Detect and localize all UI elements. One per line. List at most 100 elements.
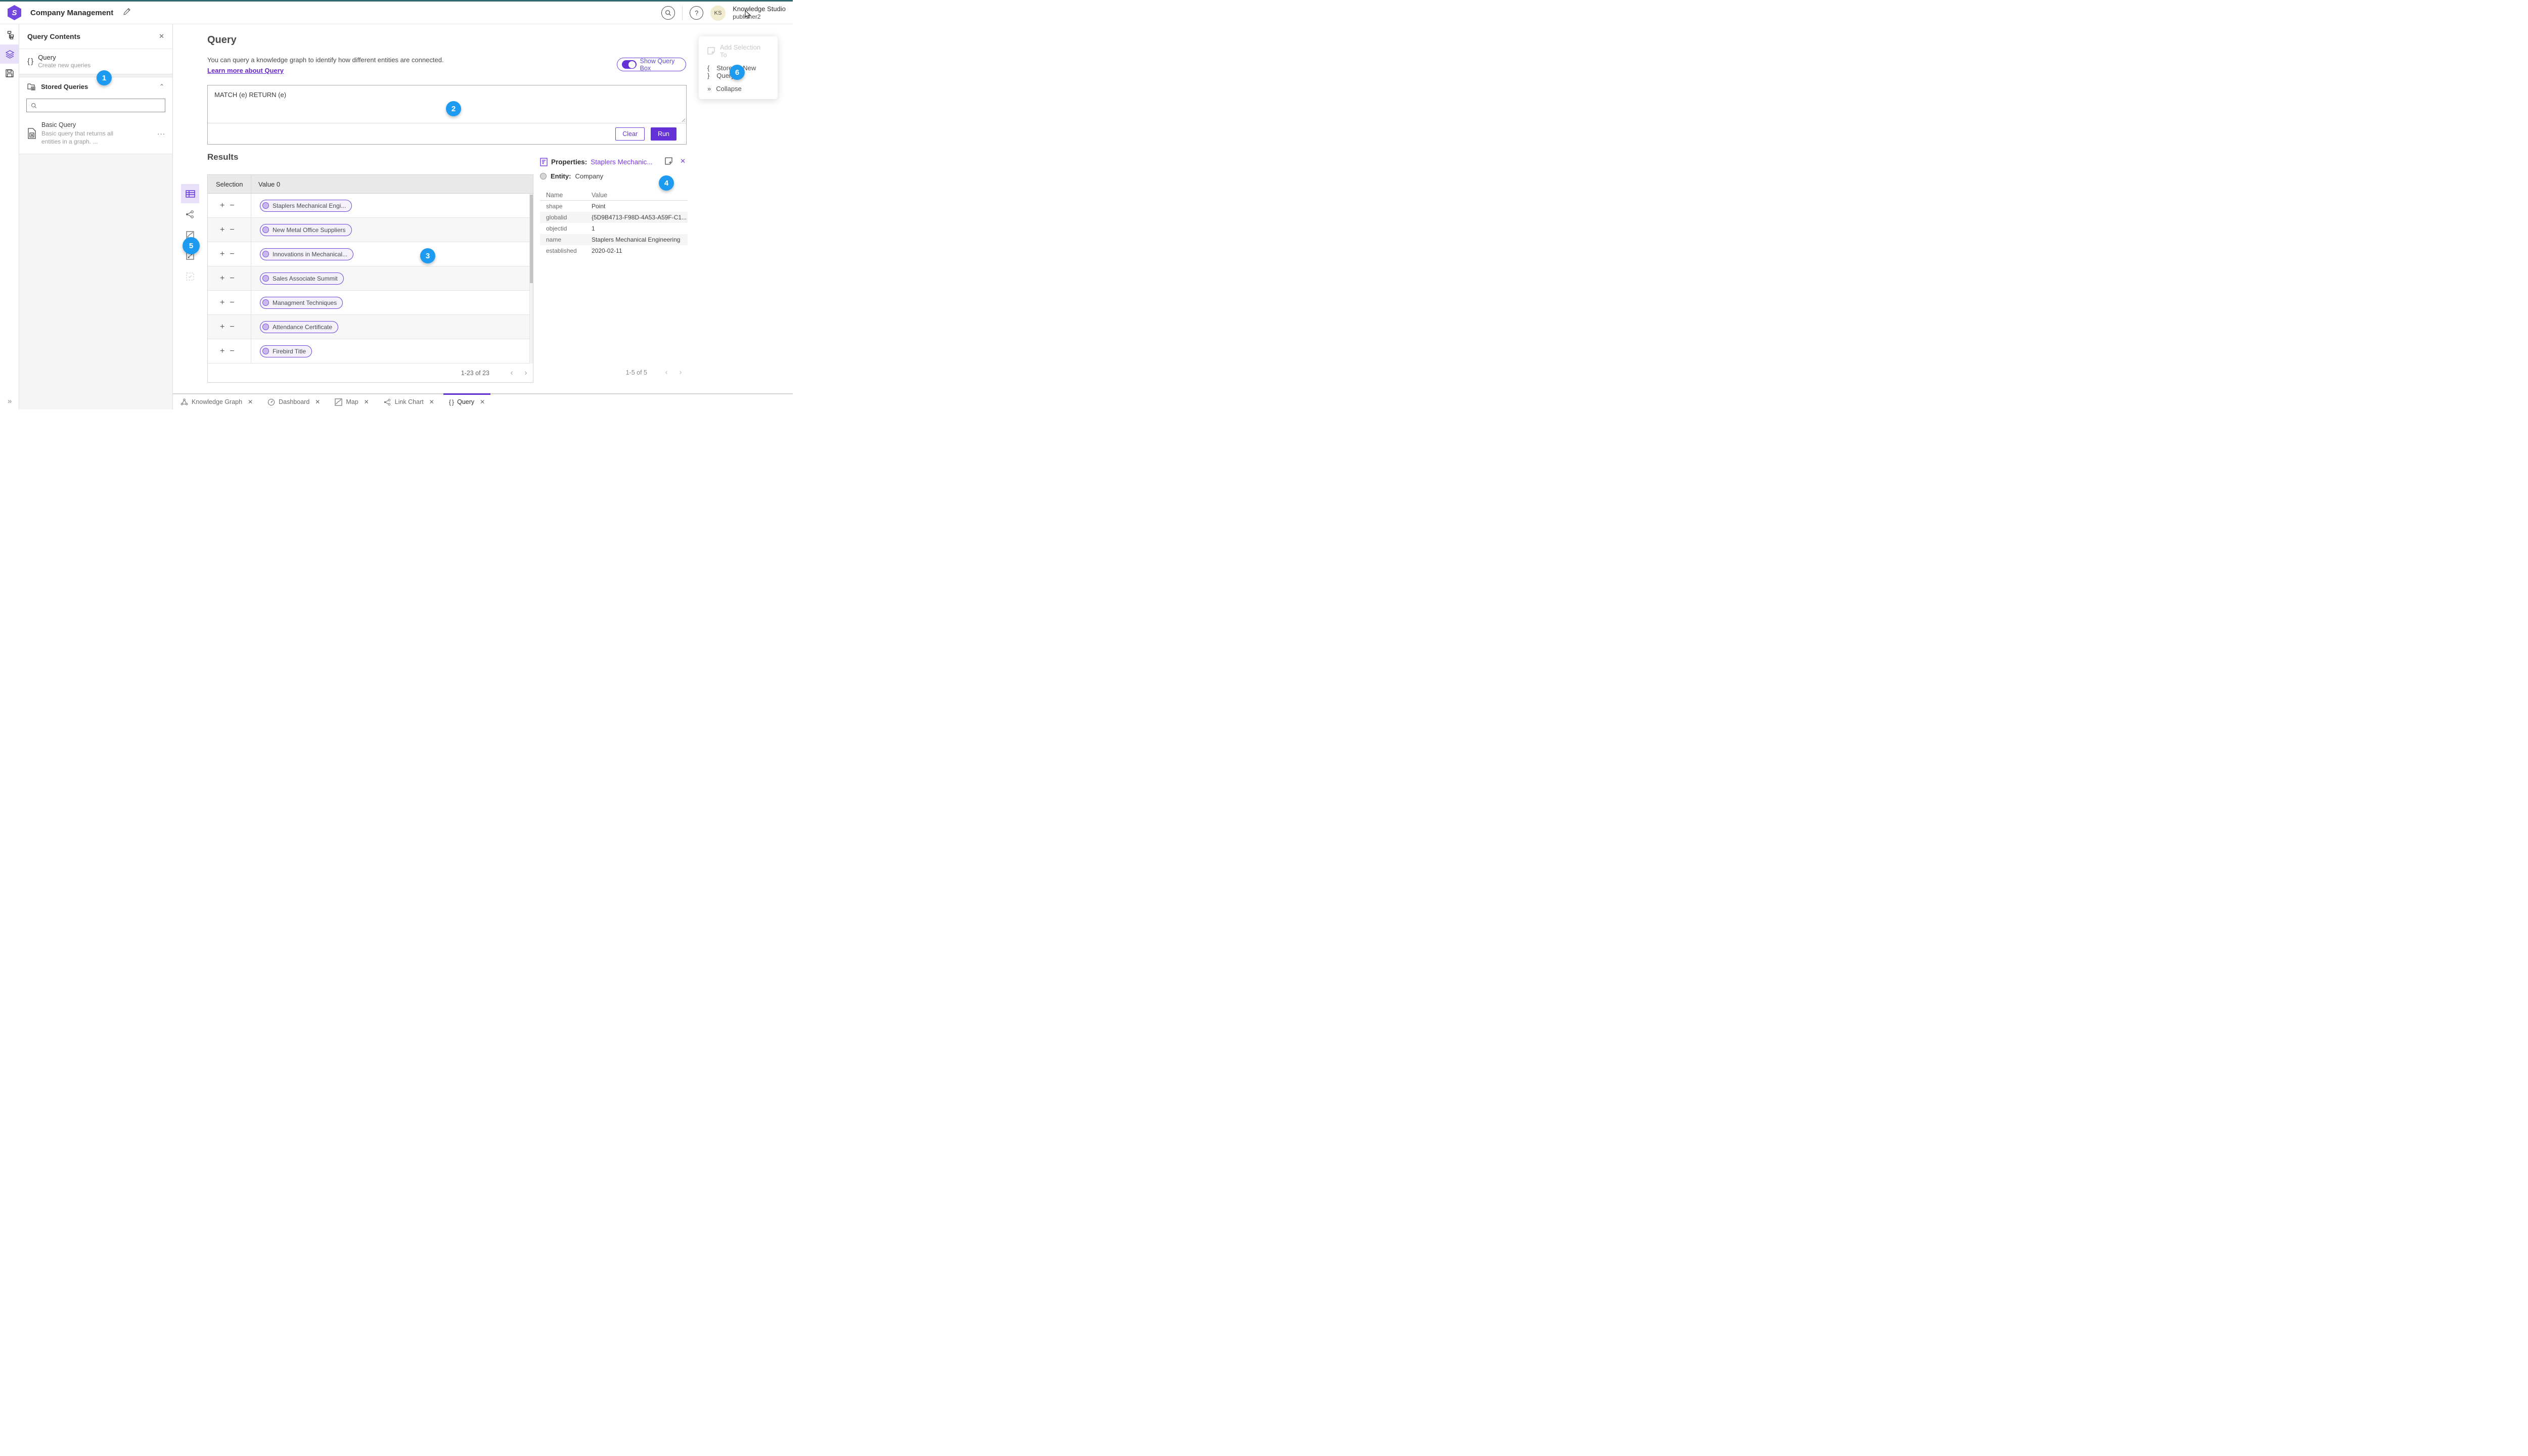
remove-from-selection-button[interactable]: −	[230, 225, 234, 235]
collapse-section-icon[interactable]: ⌃	[159, 83, 164, 90]
previous-page-icon[interactable]: ‹	[505, 369, 519, 378]
close-tab-icon[interactable]: ✕	[480, 398, 485, 405]
tab-label: Link Chart	[394, 398, 424, 405]
entity-pill[interactable]: New Metal Office Suppliers	[260, 223, 352, 236]
close-tab-icon[interactable]: ✕	[315, 398, 320, 405]
expand-rail-button[interactable]: »	[0, 397, 19, 405]
add-to-selection-button[interactable]: +	[220, 250, 224, 259]
add-to-selection-button[interactable]: +	[220, 347, 224, 356]
results-table-body: + − Staplers Mechanical Engi... + − New Me…	[208, 194, 533, 363]
show-query-box-toggle[interactable]: Show Query Box	[617, 58, 686, 72]
tab-link-chart[interactable]: Link Chart ✕	[383, 394, 435, 410]
entity-pill[interactable]: Managment Techniques	[260, 296, 343, 309]
stored-queries-search	[26, 99, 165, 112]
entity-pill[interactable]: Attendance Certificate	[260, 321, 339, 333]
menu-item-collapse[interactable]: » Collapse	[699, 85, 778, 93]
column-header-selection[interactable]: Selection	[208, 180, 251, 188]
add-to-selection-button[interactable]: +	[220, 274, 224, 283]
app-logo-icon[interactable]: S	[8, 5, 21, 20]
close-properties-icon[interactable]: ✕	[680, 157, 686, 165]
help-button[interactable]: ?	[690, 6, 704, 20]
property-name: established	[546, 247, 577, 254]
remove-from-selection-button[interactable]: −	[230, 323, 234, 332]
search-input[interactable]	[40, 102, 161, 109]
tab-map[interactable]: Map ✕	[334, 394, 370, 410]
table-view-button[interactable]	[181, 184, 199, 203]
user-menu[interactable]: Knowledge Studio publisher2	[733, 5, 786, 21]
tab-knowledge-graph[interactable]: Knowledge Graph ✕	[179, 394, 254, 410]
property-name: objectid	[546, 225, 567, 232]
column-header-value: Value	[592, 192, 608, 199]
entity-pill[interactable]: Sales Associate Summit	[260, 272, 344, 285]
add-to-selection-button[interactable]: +	[220, 225, 224, 235]
table-row[interactable]: + − Staplers Mechanical Engi...	[208, 194, 533, 218]
table-row[interactable]: + − Firebird Title	[208, 339, 533, 363]
table-row[interactable]: + − Sales Associate Summit	[208, 266, 533, 291]
tab-query[interactable]: { } Query ✕	[443, 393, 491, 410]
entity-pill[interactable]: Firebird Title	[260, 345, 312, 357]
close-panel-icon[interactable]: ✕	[159, 32, 164, 40]
remove-from-selection-button[interactable]: −	[230, 274, 234, 283]
run-button[interactable]: Run	[651, 127, 676, 141]
menu-item-label: Add Selection To	[719, 43, 761, 59]
column-header-value0[interactable]: Value 0	[251, 175, 533, 193]
add-selection-icon	[707, 47, 715, 55]
rail-save-button[interactable]	[0, 64, 19, 83]
search-button[interactable]	[661, 6, 675, 20]
entity-pill-label: Firebird Title	[273, 347, 306, 355]
add-to-selection-button[interactable]: +	[220, 201, 224, 210]
rail-contents-button[interactable]	[0, 44, 19, 64]
share-view-button[interactable]	[181, 205, 199, 224]
property-name: name	[546, 236, 562, 243]
add-selection-icon[interactable]	[665, 157, 672, 165]
next-page-icon[interactable]: ›	[519, 369, 533, 378]
callout-badge-2: 2	[446, 101, 461, 116]
property-row: name Staplers Mechanical Engineering	[540, 234, 688, 245]
stored-query-file-icon	[28, 128, 36, 139]
close-tab-icon[interactable]: ✕	[364, 398, 369, 405]
entity-pill-label: Staplers Mechanical Engi...	[273, 202, 346, 209]
add-to-selection-button[interactable]: +	[220, 298, 224, 307]
close-tab-icon[interactable]: ✕	[248, 398, 253, 405]
close-tab-icon[interactable]: ✕	[429, 398, 434, 405]
tab-label: Knowledge Graph	[192, 398, 243, 405]
learn-more-link[interactable]: Learn more about Query	[207, 67, 284, 74]
property-value: {5D9B4713-F98D-4A53-A59F-C1...	[592, 214, 687, 221]
panel-gap	[19, 74, 172, 77]
entity-dot-icon	[262, 226, 269, 233]
stored-query-basic-query[interactable]: Basic Query Basic query that returns all…	[19, 117, 172, 151]
remove-from-selection-button[interactable]: −	[230, 298, 234, 307]
table-row[interactable]: + − Managment Techniques	[208, 291, 533, 315]
query-heading: Query	[207, 34, 237, 46]
tab-dashboard[interactable]: Dashboard ✕	[266, 394, 321, 410]
table-scrollbar[interactable]	[529, 194, 533, 363]
rail-schema-button[interactable]	[0, 25, 19, 44]
search-icon	[31, 103, 37, 108]
properties-entity-link[interactable]: Staplers Mechanic...	[591, 158, 652, 166]
clear-button[interactable]: Clear	[615, 127, 645, 141]
table-row[interactable]: + − Attendance Certificate	[208, 315, 533, 339]
remove-from-selection-button[interactable]: −	[230, 347, 234, 356]
user-avatar[interactable]: KS	[710, 5, 726, 21]
table-row[interactable]: + − Innovations in Mechanical...	[208, 242, 533, 266]
callout-badge-5: 5	[183, 237, 200, 254]
previous-page-icon[interactable]: ‹	[659, 368, 673, 377]
next-page-icon[interactable]: ›	[673, 368, 688, 377]
sidebar-item-query[interactable]: { } Query Create new queries	[19, 49, 172, 74]
edit-title-pencil-icon[interactable]	[123, 8, 131, 16]
resize-handle-icon[interactable]	[681, 117, 685, 122]
entity-pill[interactable]: Staplers Mechanical Engi...	[260, 199, 352, 212]
braces-icon: { }	[27, 57, 33, 66]
page-title: Company Management	[30, 9, 114, 17]
remove-from-selection-button[interactable]: −	[230, 201, 234, 210]
remove-from-selection-button[interactable]: −	[230, 250, 234, 259]
stored-queries-header[interactable]: Stored Queries ⌃	[19, 77, 172, 96]
add-to-selection-button[interactable]: +	[220, 323, 224, 332]
scrollbar-thumb[interactable]	[530, 195, 533, 283]
results-pagination: 1-23 of 23 ‹ ›	[208, 363, 533, 383]
stored-query-options-icon[interactable]: ···	[157, 130, 165, 138]
results-heading: Results	[207, 152, 239, 162]
entity-pill[interactable]: Innovations in Mechanical...	[260, 248, 354, 260]
table-row[interactable]: + − New Metal Office Suppliers	[208, 218, 533, 242]
properties-doc-icon	[540, 157, 548, 166]
